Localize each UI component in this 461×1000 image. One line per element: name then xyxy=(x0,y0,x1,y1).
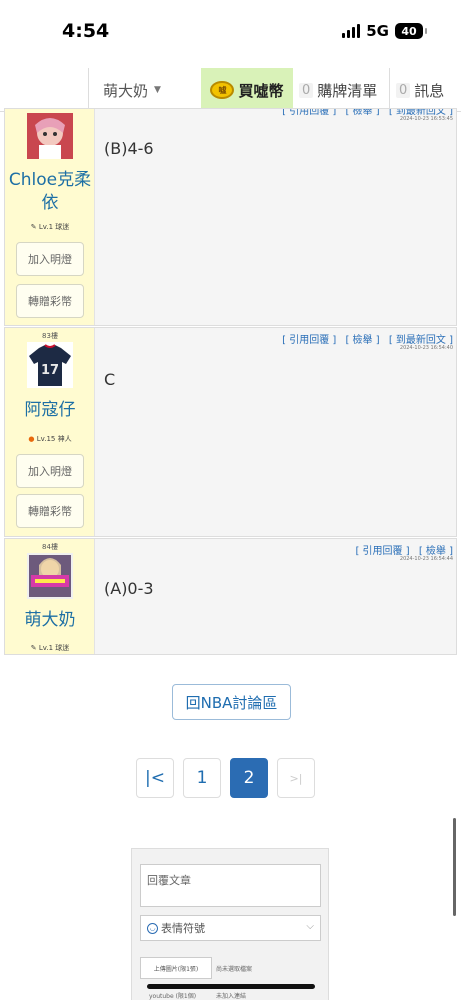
user-level-label: Lv.1 球迷 xyxy=(38,644,70,652)
post: Chloe克柔依 ✎ Lv.1 球迷 加入明燈 轉贈彩幣 [ 引用回覆 ] [ … xyxy=(4,108,457,326)
floor-number: 83樓 xyxy=(42,332,58,340)
reply-form: 回覆文章 ◡ 表情符號 ⌵ 上傳圖片(限1張) 尚未選取檔案 xyxy=(131,848,329,1000)
post-content: C xyxy=(104,370,116,389)
user-level-label: Lv.15 神人 xyxy=(36,435,72,443)
upload-status: 尚未選取檔案 xyxy=(216,966,253,973)
user-level: ✎ Lv.1 球迷 xyxy=(5,222,95,232)
battery-icon: 40 xyxy=(395,23,427,39)
post-content: (B)4-6 xyxy=(104,139,154,158)
avatar[interactable] xyxy=(27,113,73,159)
post: 84樓 萌大奶 ✎ Lv.1 球迷 [ 引用回覆 ] [ 檢舉 ] 2024-1… xyxy=(4,538,457,655)
add-favorite-button[interactable]: 加入明燈 xyxy=(16,454,84,488)
quote-reply-link[interactable]: [ 引用回覆 ] xyxy=(282,335,336,346)
username[interactable]: Chloe克柔依 xyxy=(5,169,95,215)
avatar[interactable]: 17 xyxy=(27,342,73,388)
post-user-panel: 83樓 17 阿寇仔 ● Lv.15 神人 加入明燈 轉贈彩幣 xyxy=(5,328,95,536)
page-1-button[interactable]: 1 xyxy=(183,758,221,798)
gift-coins-button[interactable]: 轉贈彩幣 xyxy=(16,494,84,528)
post-user-panel: 84樓 萌大奶 ✎ Lv.1 球迷 xyxy=(5,539,95,654)
caret-down-icon: ▼ xyxy=(154,85,161,95)
message-count: 0 xyxy=(396,82,411,98)
user-menu-label: 萌大奶 xyxy=(103,81,149,100)
jersey-number: 17 xyxy=(41,363,59,378)
smiley-icon: ◡ xyxy=(147,922,158,934)
post-actions: [ 引用回覆 ] [ 檢舉 ] [ 到最新回文 ] xyxy=(276,331,453,346)
quote-reply-link[interactable]: [ 引用回覆 ] xyxy=(282,109,336,117)
page-2-button[interactable]: 2 xyxy=(230,758,268,798)
gift-coins-button[interactable]: 轉贈彩幣 xyxy=(16,284,84,318)
emoji-select-label: 表情符號 xyxy=(161,922,205,935)
user-level: ✎ Lv.1 球迷 xyxy=(5,643,95,653)
cart-link[interactable]: 0 購牌清單 xyxy=(299,68,377,112)
youtube-status: 未加入連結 xyxy=(216,993,247,1000)
post: 83樓 17 阿寇仔 ● Lv.15 神人 加入明燈 轉贈彩幣 [ 引用回覆 ]… xyxy=(4,327,457,537)
buy-coins-button[interactable]: 噓 買噓幣 xyxy=(201,68,293,112)
messages-link[interactable]: 0 訊息 xyxy=(389,68,444,112)
messages-label: 訊息 xyxy=(414,81,445,100)
post-timestamp: 2024-10-23 16:53:45 xyxy=(399,116,453,122)
home-indicator[interactable] xyxy=(147,984,315,989)
network-type: 5G xyxy=(366,22,389,40)
status-bar: 4:54 5G 40 xyxy=(0,0,461,66)
cart-count: 0 xyxy=(299,82,314,98)
report-link[interactable]: [ 檢舉 ] xyxy=(345,335,379,346)
post-user-panel: Chloe克柔依 ✎ Lv.1 球迷 加入明燈 轉贈彩幣 xyxy=(5,109,95,325)
post-timestamp: 2024-10-23 16:54:40 xyxy=(399,345,453,351)
user-level: ● Lv.15 神人 xyxy=(5,434,95,444)
post-actions: [ 引用回覆 ] [ 檢舉 ] xyxy=(349,542,453,557)
top-nav: 萌大奶 ▼ 噓 買噓幣 0 購牌清單 0 訊息 xyxy=(0,68,461,112)
reply-textarea[interactable]: 回覆文章 xyxy=(140,864,321,907)
chevron-down-icon: ⌵ xyxy=(306,921,314,932)
status-time: 4:54 xyxy=(62,20,110,42)
last-page-button: >| xyxy=(277,758,315,798)
floor-number: 84樓 xyxy=(42,543,58,551)
upload-image-button[interactable]: 上傳圖片(限1張) xyxy=(140,957,212,979)
back-to-board-button[interactable]: 回NBA討論區 xyxy=(172,684,291,720)
username[interactable]: 萌大奶 xyxy=(5,609,95,632)
first-page-button[interactable]: |< xyxy=(136,758,174,798)
post-content: (A)0-3 xyxy=(104,579,154,598)
fire-badge-icon: ● xyxy=(28,435,35,443)
user-menu[interactable]: 萌大奶 ▼ xyxy=(88,68,161,112)
signal-icon xyxy=(342,24,361,38)
status-indicators: 5G 40 xyxy=(342,22,427,40)
pencil-icon: ✎ xyxy=(30,644,37,652)
post-timestamp: 2024-10-23 16:54:44 xyxy=(399,556,453,562)
emoji-select[interactable]: ◡ 表情符號 ⌵ xyxy=(140,915,321,941)
coin-icon: 噓 xyxy=(210,81,235,99)
cart-label: 購牌清單 xyxy=(317,81,378,100)
buy-coins-label: 買噓幣 xyxy=(238,81,284,100)
username[interactable]: 阿寇仔 xyxy=(5,399,95,422)
avatar[interactable] xyxy=(27,553,73,599)
report-link[interactable]: [ 檢舉 ] xyxy=(345,109,379,117)
user-level-label: Lv.1 球迷 xyxy=(38,223,70,231)
add-favorite-button[interactable]: 加入明燈 xyxy=(16,242,84,276)
scrollbar[interactable] xyxy=(453,818,456,916)
pencil-icon: ✎ xyxy=(30,223,37,231)
youtube-label: youtube (限1個) xyxy=(149,993,197,1000)
page: 4:54 5G 40 萌大奶 ▼ 噓 買噓幣 0 購牌清單 0 訊息 Chloe… xyxy=(0,0,461,1000)
